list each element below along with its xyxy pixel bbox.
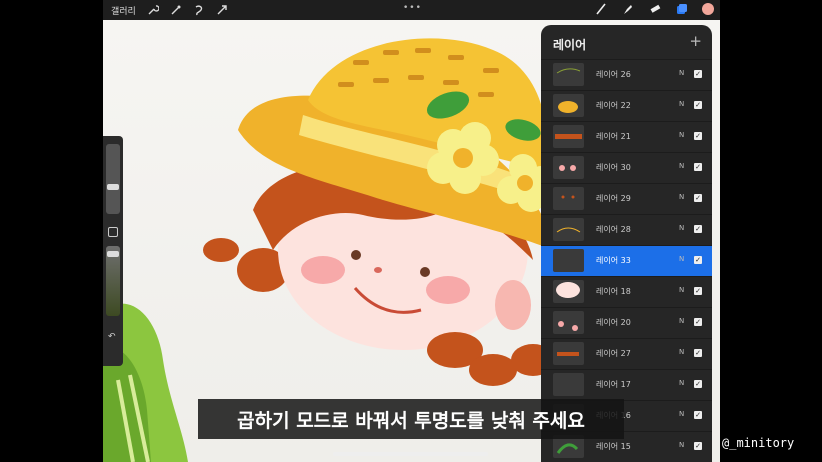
watermark: @_minitory (722, 436, 795, 450)
layer-thumbnail[interactable] (553, 342, 584, 365)
blend-mode-button[interactable]: N (679, 193, 684, 201)
visibility-checkbox[interactable]: ✓ (694, 132, 702, 140)
layer-name: 레이어 27 (596, 349, 631, 358)
visibility-checkbox[interactable]: ✓ (694, 225, 702, 233)
layer-row[interactable]: 레이어 20 N ✓ (541, 307, 712, 338)
opacity-knob[interactable] (107, 251, 119, 257)
layer-name: 레이어 26 (596, 70, 631, 79)
layer-thumbnail[interactable] (553, 187, 584, 210)
layer-row[interactable]: 레이어 30 N ✓ (541, 152, 712, 183)
layer-thumbnail[interactable] (553, 249, 584, 272)
layer-name: 레이어 21 (596, 132, 631, 141)
layer-row[interactable]: 레이어 28 N ✓ (541, 214, 712, 245)
layers-icon[interactable] (675, 2, 689, 16)
magic-wand-icon[interactable] (169, 3, 183, 17)
selection-icon[interactable] (192, 3, 206, 17)
blend-mode-button[interactable]: N (679, 441, 684, 449)
modify-button[interactable] (108, 227, 118, 237)
visibility-checkbox[interactable]: ✓ (694, 194, 702, 202)
brush-sidebar: ↶ (103, 136, 123, 366)
layer-name: 레이어 15 (596, 442, 631, 451)
layer-row[interactable]: 레이어 17 N ✓ (541, 369, 712, 400)
layer-name: 레이어 22 (596, 101, 631, 110)
blend-mode-button[interactable]: N (679, 255, 684, 263)
layer-name: 레이어 28 (596, 225, 631, 234)
visibility-checkbox[interactable]: ✓ (694, 70, 702, 78)
layers-panel: 레이어 + 레이어 26 N ✓ 레이어 22 N ✓ 레이어 21 N ✓ 레이어 30 N ✓ 레이… (541, 25, 712, 462)
layer-name: 레이어 17 (596, 380, 631, 389)
blend-mode-button[interactable]: N (679, 224, 684, 232)
blend-mode-button[interactable]: N (679, 131, 684, 139)
wrench-icon[interactable] (146, 3, 160, 17)
layer-name: 레이어 33 (596, 256, 631, 265)
layer-row[interactable]: 레이어 27 N ✓ (541, 338, 712, 369)
layer-thumbnail[interactable] (553, 218, 584, 241)
layer-thumbnail[interactable] (553, 156, 584, 179)
layer-row[interactable]: 레이어 22 N ✓ (541, 90, 712, 121)
eraser-icon[interactable] (648, 2, 662, 16)
gallery-button[interactable]: 갤러리 (111, 4, 136, 17)
layer-thumbnail[interactable] (553, 280, 584, 303)
layer-row[interactable]: 레이어 21 N ✓ (541, 121, 712, 152)
layer-row[interactable]: 레이어 33 N ✓ (541, 245, 712, 276)
layer-thumbnail[interactable] (553, 125, 584, 148)
smudge-icon[interactable] (621, 2, 635, 16)
layer-thumbnail[interactable] (553, 311, 584, 334)
layer-name: 레이어 29 (596, 194, 631, 203)
blend-mode-button[interactable]: N (679, 100, 684, 108)
home-indicator[interactable] (333, 452, 488, 456)
visibility-checkbox[interactable]: ✓ (694, 411, 702, 419)
layer-row[interactable]: 레이어 26 N ✓ (541, 59, 712, 90)
visibility-checkbox[interactable]: ✓ (694, 380, 702, 388)
layer-thumbnail[interactable] (553, 373, 584, 396)
layer-thumbnail[interactable] (553, 94, 584, 117)
layer-name: 레이어 18 (596, 287, 631, 296)
transform-arrow-icon[interactable] (215, 3, 229, 17)
layer-row[interactable]: 레이어 29 N ✓ (541, 183, 712, 214)
color-swatch[interactable] (702, 3, 714, 15)
top-toolbar: 갤러리 ••• (103, 0, 720, 20)
visibility-checkbox[interactable]: ✓ (694, 349, 702, 357)
undo-button[interactable]: ↶ (108, 332, 116, 342)
blend-mode-button[interactable]: N (679, 348, 684, 356)
visibility-checkbox[interactable]: ✓ (694, 256, 702, 264)
blend-mode-button[interactable]: N (679, 317, 684, 325)
add-layer-button[interactable]: + (689, 32, 702, 50)
brush-size-knob[interactable] (107, 184, 119, 190)
brush-size-slider[interactable] (106, 144, 120, 214)
visibility-checkbox[interactable]: ✓ (694, 163, 702, 171)
layer-name: 레이어 20 (596, 318, 631, 327)
layer-row[interactable]: 레이어 18 N ✓ (541, 276, 712, 307)
opacity-slider[interactable] (106, 246, 120, 316)
visibility-checkbox[interactable]: ✓ (694, 101, 702, 109)
layers-title: 레이어 (553, 38, 587, 52)
blend-mode-button[interactable]: N (679, 286, 684, 294)
blend-mode-button[interactable]: N (679, 379, 684, 387)
more-dots[interactable]: ••• (403, 3, 422, 13)
visibility-checkbox[interactable]: ✓ (694, 442, 702, 450)
visibility-checkbox[interactable]: ✓ (694, 287, 702, 295)
blend-mode-button[interactable]: N (679, 410, 684, 418)
tool-group (581, 2, 714, 16)
layer-name: 레이어 30 (596, 163, 631, 172)
layer-thumbnail[interactable] (553, 63, 584, 86)
blend-mode-button[interactable]: N (679, 69, 684, 77)
brush-icon[interactable] (594, 2, 608, 16)
video-subtitle: 곱하기 모드로 바꿔서 투명도를 낮춰 주세요 (198, 399, 624, 439)
blend-mode-button[interactable]: N (679, 162, 684, 170)
visibility-checkbox[interactable]: ✓ (694, 318, 702, 326)
